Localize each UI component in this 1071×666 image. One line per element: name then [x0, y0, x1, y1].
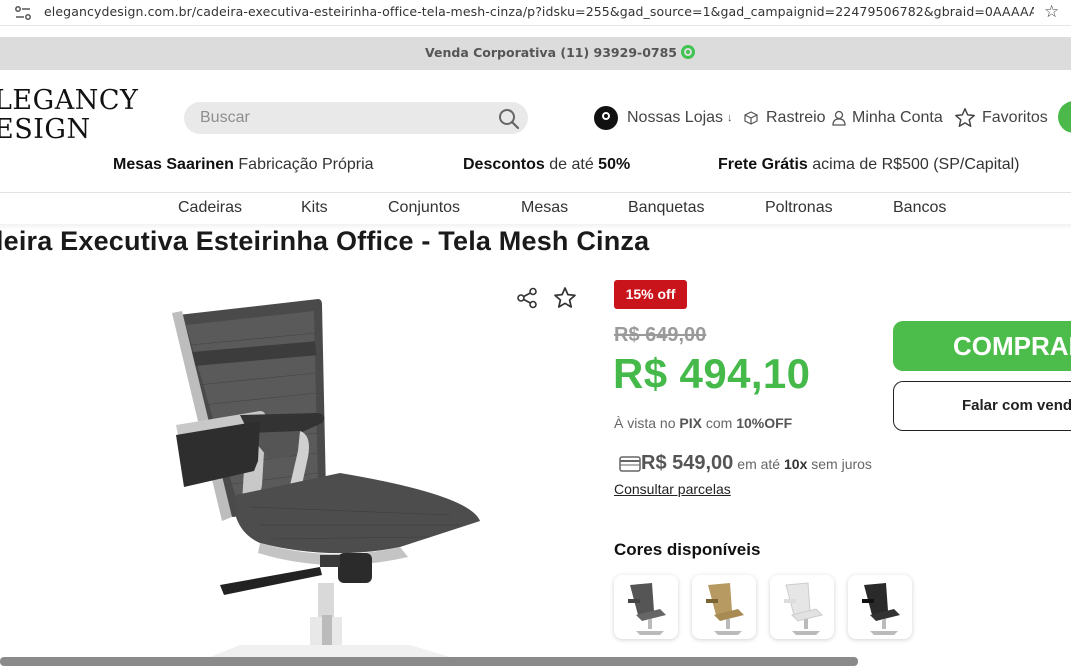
store-logo[interactable]: LEGANCY ESIGN	[0, 86, 138, 144]
old-price: R$ 649,00	[614, 324, 707, 346]
cart-button[interactable]	[1058, 101, 1071, 133]
discount-badge: 15% off	[614, 280, 687, 309]
corporate-sales-text[interactable]: Venda Corporativa (11) 93929-0785	[425, 45, 677, 60]
star-outline-icon	[955, 108, 975, 127]
nav-bancos[interactable]: Bancos	[893, 199, 946, 217]
check-installments-link[interactable]: Consultar parcelas	[614, 481, 731, 497]
nav-banquetas[interactable]: Banquetas	[628, 199, 705, 217]
nav-poltronas[interactable]: Poltronas	[765, 199, 833, 217]
whatsapp-icon[interactable]	[681, 45, 695, 59]
promo-free-shipping: Frete Grátis acima de R$500 (SP/Capital)	[718, 156, 1020, 173]
search-box	[184, 102, 528, 134]
promo-saarinen: Mesas Saarinen Fabricação Própria	[113, 156, 374, 173]
color-swatch-black[interactable]	[848, 575, 912, 639]
top-banner: Venda Corporativa (11) 93929-0785	[0, 37, 1071, 70]
color-swatch-grey[interactable]	[614, 575, 678, 639]
installment-info: R$ 549,00 em até 10x sem juros	[619, 452, 872, 475]
bookmark-star-icon[interactable]: ☆	[1044, 2, 1059, 22]
favorites-link[interactable]: Favoritos	[954, 104, 1048, 132]
url-text[interactable]: elegancydesign.com.br/cadeira-executiva-…	[44, 4, 1034, 19]
talk-to-seller-button[interactable]: Falar com vendedor	[893, 381, 1071, 431]
search-icon[interactable]	[498, 108, 520, 130]
horizontal-scrollbar[interactable]	[0, 657, 858, 666]
color-swatch-beige[interactable]	[692, 575, 756, 639]
browser-address-bar: elegancydesign.com.br/cadeira-executiva-…	[0, 0, 1071, 26]
share-icon[interactable]	[516, 287, 538, 309]
nav-cadeiras[interactable]: Cadeiras	[178, 199, 242, 217]
buy-button[interactable]: COMPRAR	[893, 321, 1071, 371]
color-swatch-white[interactable]	[770, 575, 834, 639]
location-pin-icon	[594, 106, 618, 130]
credit-card-icon	[619, 455, 641, 472]
account-link[interactable]: Minha Conta	[832, 104, 943, 132]
arrow-down-icon: ↓	[727, 112, 733, 124]
nav-conjuntos[interactable]: Conjuntos	[388, 199, 460, 217]
promo-discount: Descontos de até 50%	[463, 156, 631, 173]
search-input[interactable]	[200, 107, 490, 129]
user-icon	[832, 110, 846, 126]
pix-discount-text: À vista no PIX com 10%OFF	[614, 415, 793, 431]
tracking-link[interactable]: Rastreio	[744, 104, 826, 132]
favorite-star-icon[interactable]	[553, 286, 577, 310]
nav-mesas[interactable]: Mesas	[521, 199, 568, 217]
site-info-icon[interactable]	[14, 5, 32, 21]
colors-title: Cores disponíveis	[614, 540, 761, 559]
package-icon	[744, 111, 758, 125]
current-price: R$ 494,10	[613, 350, 811, 397]
nav-kits[interactable]: Kits	[301, 199, 328, 217]
stores-link[interactable]: Nossas Lojas ↓	[594, 104, 733, 132]
header-divider	[0, 192, 1071, 193]
product-title: Cadeira Executiva Esteirinha Office - Te…	[0, 226, 650, 256]
product-image[interactable]	[150, 285, 570, 657]
